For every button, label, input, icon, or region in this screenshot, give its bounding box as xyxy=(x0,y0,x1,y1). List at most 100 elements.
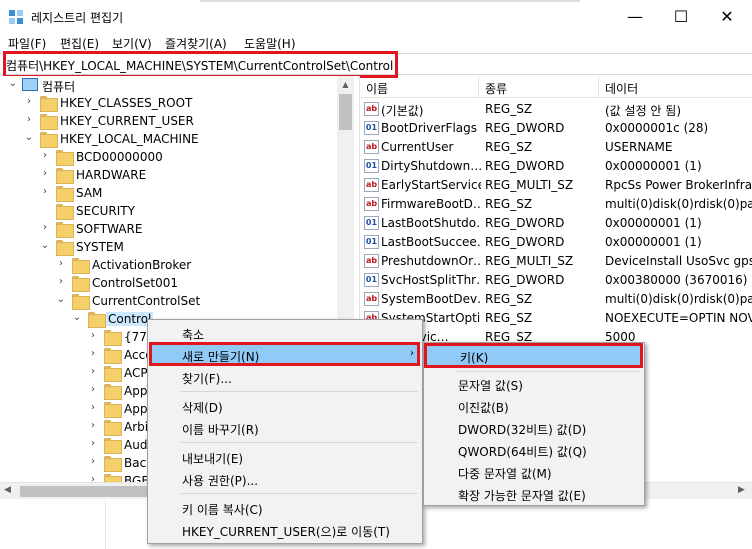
list-row[interactable]: ab (기본값) REG_SZ (값 설정 안 됨) xyxy=(360,100,752,119)
close-icon: ✕ xyxy=(720,6,734,26)
tree-item-hkcr[interactable]: › HKEY_CLASSES_ROOT xyxy=(0,94,340,112)
menu-item-find[interactable]: 찾기(F)... xyxy=(150,366,420,388)
list-row[interactable]: ab EarlyStartServices REG_MULTI_SZ RpcSs… xyxy=(360,176,752,195)
maximize-button[interactable]: ☐ xyxy=(658,0,704,32)
list-row[interactable]: 01 LastBootShutdo… REG_DWORD 0x00000001 … xyxy=(360,214,752,233)
expand-arrow-icon[interactable]: › xyxy=(88,366,98,377)
tree-item-hklm[interactable]: ⌄ HKEY_LOCAL_MACHINE xyxy=(0,130,340,148)
column-type[interactable]: 종류 xyxy=(485,80,507,97)
tree-item-label: SYSTEM xyxy=(76,240,124,254)
list-row[interactable]: ab FirmwareBootD… REG_SZ multi(0)disk(0)… xyxy=(360,195,752,214)
list-row[interactable]: 01 LastBootSuccee… REG_DWORD 0x00000001 … xyxy=(360,233,752,252)
submenu-item-qword[interactable]: QWORD(64비트) 값(Q) xyxy=(426,439,642,461)
column-name[interactable]: 이름 xyxy=(366,80,388,97)
menu-item-export[interactable]: 내보내기(E) xyxy=(150,446,420,468)
expand-arrow-icon[interactable]: › xyxy=(88,348,98,359)
submenu-item-binary[interactable]: 이진값(B) xyxy=(426,395,642,417)
expand-arrow-icon[interactable]: › xyxy=(88,456,98,467)
menu-item-label: 키 이름 복사(C) xyxy=(182,503,263,517)
value-data: 0x00000001 (1) xyxy=(605,216,702,230)
scroll-right-icon[interactable]: ▶ xyxy=(738,485,745,495)
expand-arrow-icon[interactable]: › xyxy=(88,402,98,413)
submenu-item-expandable-string[interactable]: 확장 가능한 문자열 값(E) xyxy=(426,483,642,505)
expand-arrow-icon[interactable]: ⌄ xyxy=(8,78,18,89)
tree-item-security[interactable]: SECURITY xyxy=(0,202,340,220)
menu-file[interactable]: 파일(F) xyxy=(8,35,46,52)
expand-arrow-icon[interactable]: › xyxy=(24,96,34,107)
expand-arrow-icon[interactable]: › xyxy=(40,168,50,179)
maximize-icon: ☐ xyxy=(673,6,689,26)
value-type: REG_DWORD xyxy=(485,121,565,135)
menu-item-label: 사용 권한(P)... xyxy=(182,474,259,488)
scroll-left-icon[interactable]: ◀ xyxy=(4,485,11,495)
menu-item-label: 내보내기(E) xyxy=(182,452,244,466)
tree-item-label: App xyxy=(124,402,148,416)
expand-arrow-icon[interactable]: › xyxy=(88,330,98,341)
menu-item-label: 축소 xyxy=(182,328,205,342)
collapse-arrow-icon[interactable]: ⌄ xyxy=(24,132,34,143)
binary-value-icon: 01 xyxy=(364,216,379,230)
list-row[interactable]: 01 SvcHostSplitThr… REG_DWORD 0x00380000… xyxy=(360,271,752,290)
menu-item-copy-key-name[interactable]: 키 이름 복사(C) xyxy=(150,497,420,519)
expand-arrow-icon[interactable]: › xyxy=(24,114,34,125)
column-data[interactable]: 데이터 xyxy=(605,80,638,97)
tree-item-sam[interactable]: › SAM xyxy=(0,184,340,202)
list-row[interactable]: ab SystemBootDev… REG_SZ multi(0)disk(0)… xyxy=(360,290,752,309)
list-header: 이름 종류 데이터 xyxy=(360,76,752,98)
tree-item-hkcu[interactable]: › HKEY_CURRENT_USER xyxy=(0,112,340,130)
expand-arrow-icon[interactable]: › xyxy=(40,150,50,161)
expand-arrow-icon[interactable]: › xyxy=(56,276,66,287)
menu-view[interactable]: 보기(V) xyxy=(112,35,152,52)
collapse-arrow-icon[interactable]: ⌄ xyxy=(72,312,82,323)
title-bar[interactable]: 레지스트리 편집기 — ☐ ✕ xyxy=(0,0,752,32)
tree-item-hardware[interactable]: › HARDWARE xyxy=(0,166,340,184)
menu-item-collapse[interactable]: 축소 xyxy=(150,322,420,344)
list-row[interactable]: ab CurrentUser REG_SZ USERNAME xyxy=(360,138,752,157)
folder-icon xyxy=(104,438,122,454)
submenu-item-multi-string[interactable]: 다중 문자열 값(M) xyxy=(426,461,642,483)
minimize-button[interactable]: — xyxy=(612,0,658,32)
expand-arrow-icon[interactable]: › xyxy=(88,384,98,395)
submenu-item-key[interactable]: 키(K) xyxy=(426,345,642,367)
expand-arrow-icon[interactable]: › xyxy=(88,420,98,431)
menu-item-goto-hkcu[interactable]: HKEY_CURRENT_USER(으)로 이동(T) xyxy=(150,519,420,541)
close-button[interactable]: ✕ xyxy=(704,0,750,32)
list-row[interactable]: ab PreshutdownOr… REG_MULTI_SZ DeviceIns… xyxy=(360,252,752,271)
tree-item-currentcontrolset[interactable]: ⌄ CurrentControlSet xyxy=(0,292,340,310)
submenu-item-string[interactable]: 문자열 값(S) xyxy=(426,373,642,395)
scroll-thumb[interactable] xyxy=(339,94,352,130)
expand-arrow-icon[interactable]: › xyxy=(88,438,98,449)
menu-item-delete[interactable]: 삭제(D) xyxy=(150,395,420,417)
expand-arrow-icon[interactable]: › xyxy=(56,258,66,269)
list-row[interactable]: 01 BootDriverFlags REG_DWORD 0x0000001c … xyxy=(360,119,752,138)
menu-help[interactable]: 도움말(H) xyxy=(244,35,296,52)
binary-value-icon: 01 xyxy=(364,159,379,173)
collapse-arrow-icon[interactable]: ⌄ xyxy=(56,294,66,305)
menu-edit[interactable]: 편집(E) xyxy=(60,35,99,52)
value-type: REG_MULTI_SZ xyxy=(485,254,574,268)
address-path[interactable]: 컴퓨터\HKEY_LOCAL_MACHINE\SYSTEM\CurrentCon… xyxy=(6,57,393,74)
expand-arrow-icon[interactable]: › xyxy=(40,222,50,233)
menu-item-permissions[interactable]: 사용 권한(P)... xyxy=(150,468,420,490)
scroll-up-icon[interactable]: ▲ xyxy=(337,76,354,93)
column-divider[interactable] xyxy=(478,76,479,98)
list-row[interactable]: 01 DirtyShutdown… REG_DWORD 0x00000001 (… xyxy=(360,157,752,176)
menu-favorites[interactable]: 즐겨찾기(A) xyxy=(165,35,227,52)
submenu-item-dword[interactable]: DWORD(32비트) 값(D) xyxy=(426,417,642,439)
tree-item-activationbroker[interactable]: › ActivationBroker xyxy=(0,256,340,274)
menu-item-rename[interactable]: 이름 바꾸기(R) xyxy=(150,417,420,439)
tree-item-system[interactable]: ⌄ SYSTEM xyxy=(0,238,340,256)
tree-item-bcd[interactable]: › BCD00000000 xyxy=(0,148,340,166)
tree-item-controlset001[interactable]: › ControlSet001 xyxy=(0,274,340,292)
expand-arrow-icon[interactable]: › xyxy=(88,474,98,482)
tree-root[interactable]: ⌄ 컴퓨터 xyxy=(0,76,340,94)
menu-separator xyxy=(180,391,418,392)
column-divider[interactable] xyxy=(598,76,599,98)
expand-arrow-icon[interactable]: › xyxy=(40,186,50,197)
tree-item-label: Arbi xyxy=(124,420,149,434)
address-bar[interactable]: 컴퓨터\HKEY_LOCAL_MACHINE\SYSTEM\CurrentCon… xyxy=(0,53,752,75)
menu-item-new[interactable]: 새로 만들기(N) › xyxy=(150,344,420,366)
collapse-arrow-icon[interactable]: ⌄ xyxy=(40,240,50,251)
menu-item-label: 이진값(B) xyxy=(458,401,509,415)
tree-item-software[interactable]: › SOFTWARE xyxy=(0,220,340,238)
